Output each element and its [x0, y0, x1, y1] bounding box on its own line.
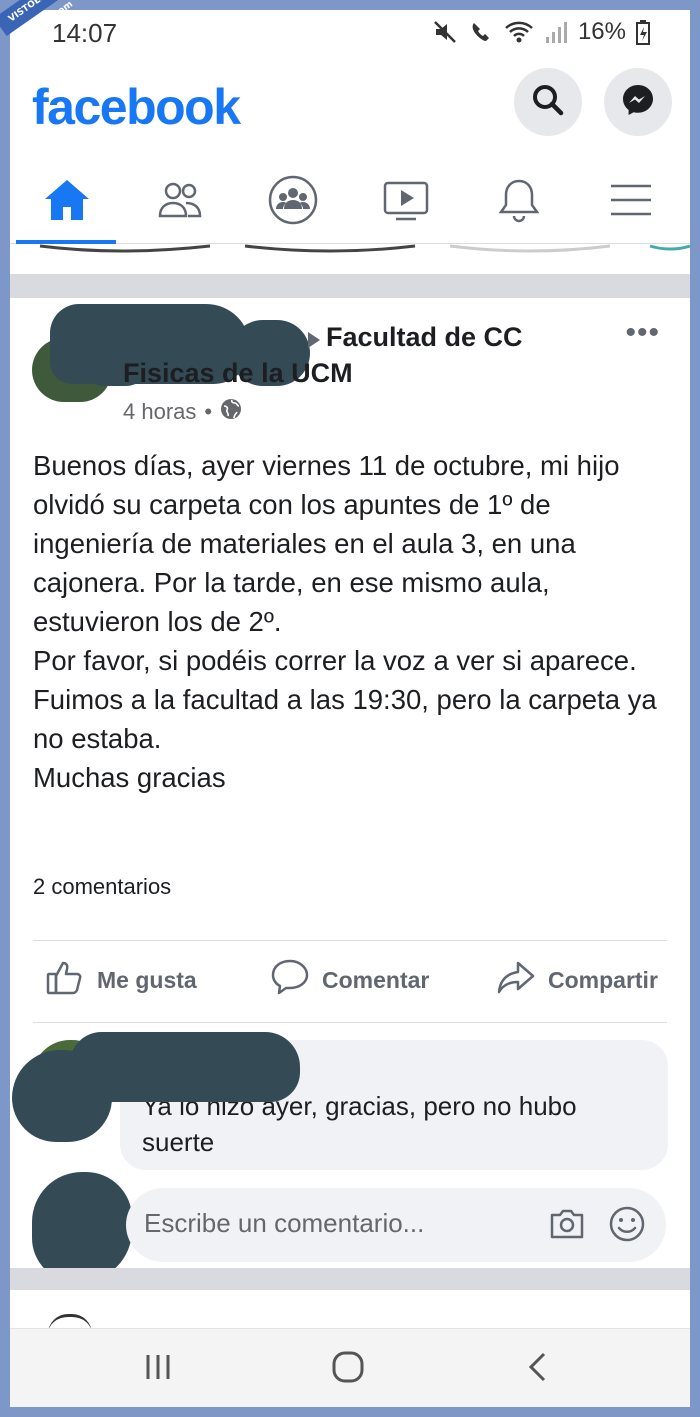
- main-nav: [10, 160, 690, 244]
- feed-separator: [10, 274, 690, 298]
- post-actions: Me gusta Comentar Compartir: [10, 938, 690, 1022]
- status-icons: 16%: [432, 18, 650, 46]
- post-paragraph: Por favor, si podéis correr la voz a ver…: [33, 645, 637, 676]
- home-button[interactable]: [318, 1351, 378, 1387]
- tab-groups[interactable]: [238, 160, 348, 244]
- home-icon: [42, 177, 92, 228]
- comment-input-placeholder: Escribe un comentario...: [144, 1208, 425, 1238]
- like-label: Me gusta: [97, 966, 197, 993]
- next-post-preview[interactable]: [10, 1290, 690, 1330]
- mute-icon: [432, 19, 458, 45]
- group-name[interactable]: Facultad de CC: [326, 322, 523, 353]
- battery-icon: [636, 19, 650, 45]
- camera-icon[interactable]: [548, 1205, 586, 1248]
- back-button[interactable]: [508, 1351, 568, 1387]
- stories-strip[interactable]: [10, 244, 690, 274]
- share-icon: [496, 957, 536, 1003]
- comments-count[interactable]: 2 comentarios: [33, 874, 171, 900]
- comment-input[interactable]: Escribe un comentario...: [126, 1188, 666, 1262]
- wifi-icon: [504, 19, 534, 45]
- watch-icon: [382, 178, 430, 227]
- tab-menu[interactable]: [576, 160, 686, 244]
- groups-icon: [267, 174, 319, 231]
- globe-icon: [220, 398, 242, 426]
- recent-apps-icon: [143, 1352, 173, 1387]
- post-paragraph: Buenos días, ayer viernes 11 de octubre,…: [33, 450, 620, 637]
- tab-notifications[interactable]: [464, 160, 574, 244]
- messenger-button[interactable]: [604, 68, 672, 136]
- comment-label: Comentar: [322, 966, 430, 993]
- post-time[interactable]: 4 horas: [123, 399, 196, 425]
- friends-icon: [156, 180, 204, 225]
- my-avatar[interactable]: [32, 1172, 132, 1282]
- thumbs-up-icon: [45, 957, 85, 1003]
- comment-button[interactable]: Comentar: [270, 938, 429, 1022]
- feed-separator: [10, 1268, 690, 1290]
- tab-friends[interactable]: [125, 160, 235, 244]
- share-label: Compartir: [548, 966, 658, 993]
- feed-post: Facultad de CC Fisicas de la UCM ••• 4 h…: [10, 298, 690, 1282]
- notifications-icon: [497, 176, 541, 229]
- share-button[interactable]: Compartir: [496, 938, 658, 1022]
- home-circle-icon: [331, 1350, 365, 1389]
- status-bar: 14:07 16%: [10, 10, 690, 58]
- wifi-call-icon: [468, 19, 494, 45]
- divider: [33, 1022, 667, 1023]
- post-body: Buenos días, ayer viernes 11 de octubre,…: [33, 446, 673, 797]
- menu-icon: [609, 180, 653, 225]
- tab-home[interactable]: [12, 160, 122, 244]
- post-meta: 4 horas •: [123, 398, 242, 426]
- group-arrow-icon: [308, 332, 320, 348]
- phone-screen: 14:07 16% facebook Facultad de CC Fisica…: [10, 10, 690, 1407]
- post-paragraph: Muchas gracias: [33, 762, 226, 793]
- system-nav-bar: [10, 1328, 690, 1407]
- comment-icon: [270, 957, 310, 1003]
- post-paragraph: Fuimos a la facultad a las 19:30, pero l…: [33, 684, 657, 754]
- app-header: facebook: [10, 62, 690, 152]
- tab-watch[interactable]: [351, 160, 461, 244]
- search-icon: [530, 82, 566, 123]
- facebook-logo[interactable]: facebook: [32, 78, 241, 136]
- group-name-continued[interactable]: Fisicas de la UCM: [123, 358, 353, 389]
- like-button[interactable]: Me gusta: [45, 938, 197, 1022]
- back-icon: [526, 1351, 550, 1388]
- messenger-icon: [620, 82, 656, 123]
- redaction-mark: [70, 1032, 300, 1102]
- signal-icon: [544, 19, 568, 45]
- emoji-icon[interactable]: [608, 1205, 646, 1248]
- battery-level: 16%: [577, 18, 626, 45]
- recent-apps-button[interactable]: [128, 1351, 188, 1387]
- more-options-icon[interactable]: •••: [625, 318, 660, 348]
- meta-dot: •: [204, 399, 213, 424]
- comment-input-icons: [548, 1205, 646, 1248]
- search-button[interactable]: [514, 68, 582, 136]
